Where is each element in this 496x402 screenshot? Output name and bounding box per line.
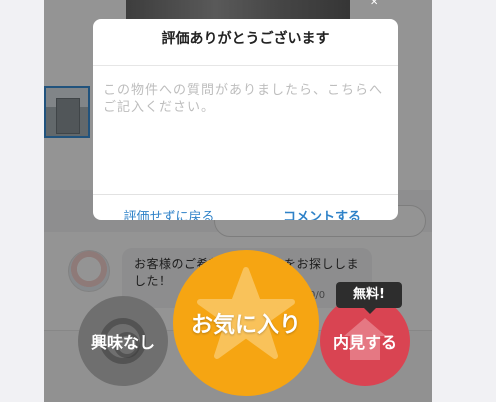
favorite-label: お気に入り: [190, 313, 301, 338]
comment-button[interactable]: コメントする: [246, 195, 398, 220]
free-badge: 無料!: [336, 282, 402, 314]
dialog-title: 評価ありがとうございます: [161, 31, 330, 47]
rating-dialog: 評価ありがとうございます この物件への質問がありましたら、こちらへご記入ください…: [93, 19, 398, 220]
favorite-button[interactable]: お気に入り: [173, 250, 319, 396]
back-without-rating-button[interactable]: 評価せずに戻る: [93, 195, 245, 220]
visit-label: 内見する: [332, 333, 397, 352]
not-interested-label: 興味なし: [90, 333, 155, 352]
close-icon[interactable]: ✕: [370, 0, 384, 8]
not-interested-button[interactable]: 興味なし: [78, 296, 168, 386]
question-placeholder: この物件への質問がありましたら、こちらへご記入ください。: [103, 83, 384, 115]
dialog-button-row: 評価せずに戻る コメントする: [93, 194, 398, 220]
